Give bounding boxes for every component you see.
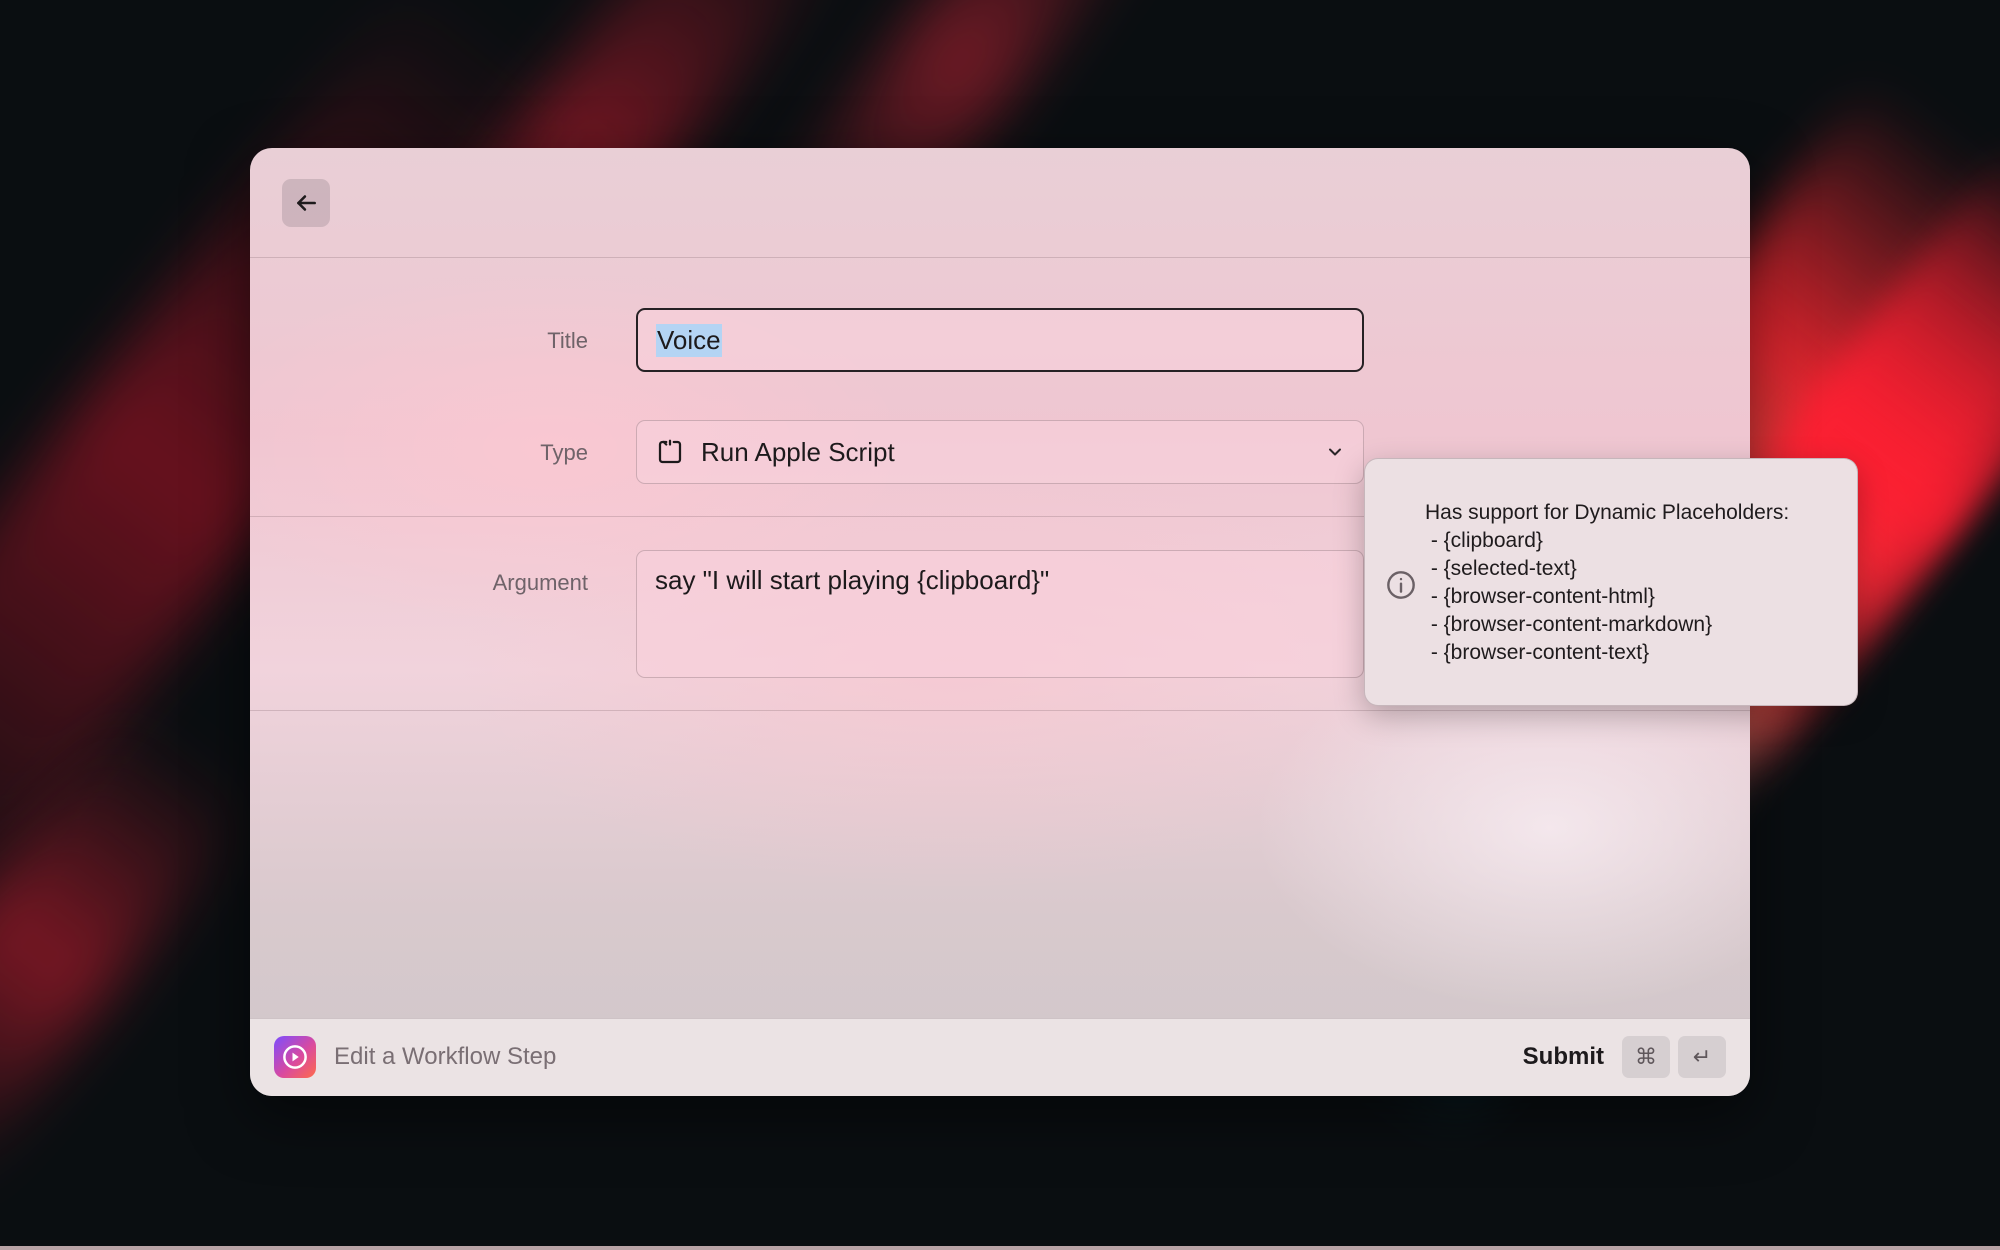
- title-label: Title: [547, 328, 588, 353]
- type-select[interactable]: Run Apple Script: [636, 420, 1364, 484]
- submit-button[interactable]: Submit: [1523, 1043, 1604, 1071]
- tooltip-item: - {selected-text}: [1425, 557, 1577, 580]
- tooltip-item: - {clipboard}: [1425, 529, 1543, 552]
- argument-textarea[interactable]: say "I will start playing {clipboard}": [636, 550, 1364, 678]
- placeholder-info-tooltip: Has support for Dynamic Placeholders: - …: [1364, 458, 1858, 706]
- tooltip-text: Has support for Dynamic Placeholders: - …: [1425, 499, 1789, 667]
- raycast-app-icon: [274, 1036, 316, 1078]
- action-bar: Edit a Workflow Step Submit ⌘ ↵: [250, 1018, 1750, 1096]
- enter-key-icon: ↵: [1678, 1036, 1726, 1078]
- argument-label: Argument: [492, 570, 588, 595]
- footer-title: Edit a Workflow Step: [334, 1043, 557, 1070]
- info-icon: [1387, 571, 1415, 599]
- window-topbar: [250, 148, 1750, 258]
- tooltip-heading: Has support for Dynamic Placeholders:: [1425, 501, 1790, 524]
- tooltip-item: - {browser-content-html}: [1425, 585, 1655, 608]
- title-input-value: Voice: [656, 323, 722, 357]
- tooltip-item: - {browser-content-markdown}: [1425, 613, 1713, 636]
- back-button[interactable]: [282, 179, 330, 227]
- script-icon: [658, 439, 682, 464]
- tooltip-item: - {browser-content-text}: [1425, 641, 1650, 664]
- type-select-value: Run Apple Script: [701, 436, 895, 467]
- arrow-left-icon: [297, 195, 316, 211]
- command-key-icon: ⌘: [1622, 1036, 1670, 1078]
- type-label: Type: [540, 440, 588, 465]
- section-divider: [250, 710, 1750, 711]
- argument-textarea-value: say "I will start playing {clipboard}": [655, 565, 1050, 595]
- chevron-down-icon: [1329, 448, 1341, 456]
- title-input[interactable]: Voice: [636, 308, 1364, 372]
